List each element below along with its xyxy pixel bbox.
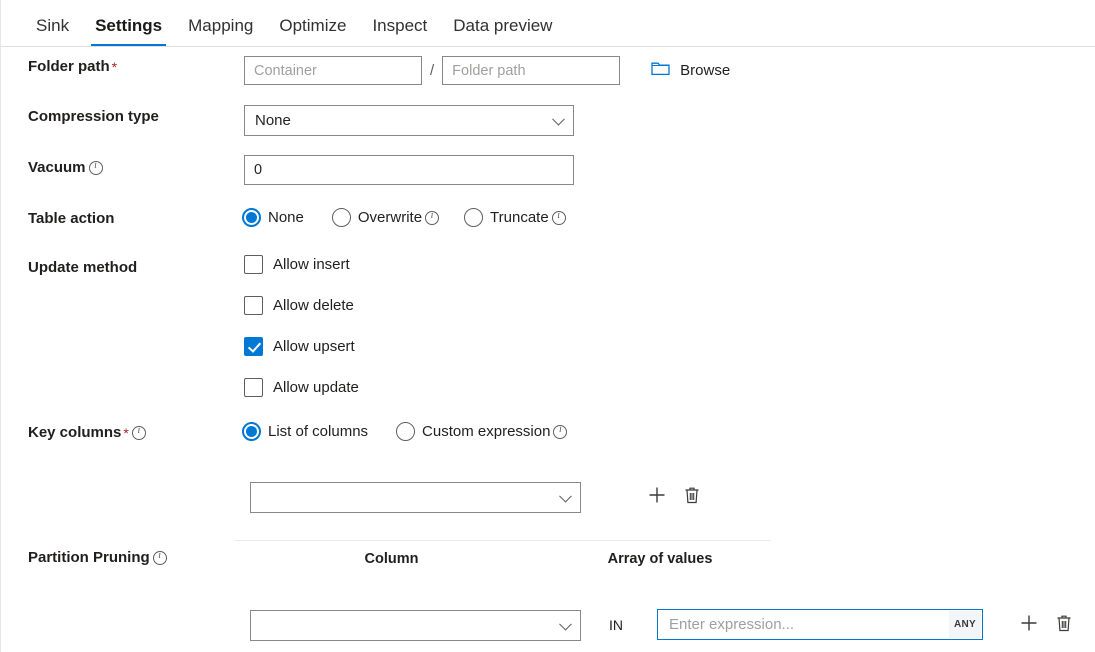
radio-list-of-columns[interactable]: List of columns — [242, 422, 368, 441]
tab-inspect[interactable]: Inspect — [359, 17, 440, 46]
chevron-down-icon — [552, 112, 565, 125]
checkbox-label: Allow upsert — [273, 338, 355, 355]
key-columns-options: List of columns Custom expression — [242, 422, 567, 441]
checkbox-indicator — [244, 255, 263, 274]
plus-icon[interactable] — [1019, 613, 1039, 633]
vacuum-label-group: Vacuum — [28, 159, 103, 176]
trash-icon[interactable] — [683, 485, 701, 505]
checkbox-allow-update[interactable]: Allow update — [244, 378, 359, 397]
radio-label: Overwrite — [358, 209, 422, 226]
table-action-label: Table action — [28, 210, 114, 227]
partition-pruning-label: Partition Pruning — [28, 549, 150, 566]
table-header-row: Column Array of values — [234, 540, 771, 577]
radio-table-action-truncate[interactable]: Truncate — [464, 208, 566, 227]
column-header-column: Column — [234, 551, 549, 567]
folder-path-label-group: Folder path * — [28, 58, 117, 75]
radio-indicator — [464, 208, 483, 227]
any-badge: ANY — [949, 611, 981, 638]
folder-path-fields: / Browse — [244, 56, 730, 85]
info-icon[interactable] — [552, 211, 566, 225]
path-separator: / — [430, 62, 434, 79]
radio-label: None — [268, 209, 304, 226]
browse-button[interactable]: Browse — [651, 60, 730, 81]
key-columns-label-group: Key columns * — [28, 424, 146, 441]
update-method-label-group: Update method — [28, 259, 137, 276]
key-column-dropdown[interactable] — [250, 482, 581, 513]
tab-optimize[interactable]: Optimize — [266, 17, 359, 46]
vacuum-label: Vacuum — [28, 159, 86, 176]
partition-expression-placeholder: Enter expression... — [669, 616, 794, 633]
partition-expression-input[interactable]: Enter expression... ANY — [657, 609, 983, 640]
tab-sink[interactable]: Sink — [23, 17, 82, 46]
compression-type-label: Compression type — [28, 108, 159, 125]
tab-data-preview[interactable]: Data preview — [440, 17, 565, 46]
partition-pruning-table: Column Array of values — [234, 540, 771, 577]
chevron-down-icon — [559, 617, 572, 630]
compression-type-value: None — [255, 112, 291, 129]
partition-row-actions — [1019, 613, 1073, 633]
info-icon[interactable] — [553, 425, 567, 439]
partition-operator-label: IN — [609, 617, 623, 633]
chevron-down-icon — [559, 489, 572, 502]
compression-type-dropdown[interactable]: None — [244, 105, 574, 136]
radio-table-action-overwrite[interactable]: Overwrite — [332, 208, 439, 227]
radio-indicator — [242, 208, 261, 227]
checkbox-indicator — [244, 337, 263, 356]
radio-indicator — [332, 208, 351, 227]
vacuum-input[interactable] — [244, 155, 574, 185]
tab-bar: Sink Settings Mapping Optimize Inspect D… — [1, 0, 1095, 47]
key-columns-actions — [647, 485, 701, 505]
radio-custom-expression[interactable]: Custom expression — [396, 422, 567, 441]
tab-mapping[interactable]: Mapping — [175, 17, 266, 46]
info-icon[interactable] — [425, 211, 439, 225]
checkbox-allow-delete[interactable]: Allow delete — [244, 296, 354, 315]
column-header-array-of-values: Array of values — [549, 551, 771, 567]
radio-label: Custom expression — [422, 423, 550, 440]
info-icon[interactable] — [132, 426, 146, 440]
radio-label: List of columns — [268, 423, 368, 440]
key-columns-required: * — [123, 425, 128, 441]
checkbox-label: Allow delete — [273, 297, 354, 314]
info-icon[interactable] — [89, 161, 103, 175]
table-action-label-group: Table action — [28, 210, 114, 227]
checkbox-indicator — [244, 296, 263, 315]
plus-icon[interactable] — [647, 485, 667, 505]
checkbox-label: Allow update — [273, 379, 359, 396]
checkbox-allow-upsert[interactable]: Allow upsert — [244, 337, 355, 356]
key-columns-label: Key columns — [28, 424, 121, 441]
partition-pruning-label-group: Partition Pruning — [28, 549, 167, 566]
checkbox-allow-insert[interactable]: Allow insert — [244, 255, 350, 274]
checkbox-label: Allow insert — [273, 256, 350, 273]
folder-path-required: * — [112, 59, 117, 75]
update-method-label: Update method — [28, 259, 137, 276]
tab-settings[interactable]: Settings — [82, 17, 175, 46]
radio-indicator — [396, 422, 415, 441]
partition-column-dropdown[interactable] — [250, 610, 581, 641]
radio-indicator — [242, 422, 261, 441]
radio-label: Truncate — [490, 209, 549, 226]
settings-panel: Sink Settings Mapping Optimize Inspect D… — [0, 0, 1095, 652]
table-action-options: None Overwrite Truncate — [242, 208, 566, 227]
info-icon[interactable] — [153, 551, 167, 565]
radio-table-action-none[interactable]: None — [242, 208, 304, 227]
browse-label: Browse — [680, 62, 730, 79]
container-input[interactable] — [244, 56, 422, 85]
checkbox-indicator — [244, 378, 263, 397]
trash-icon[interactable] — [1055, 613, 1073, 633]
folder-path-label: Folder path — [28, 58, 110, 75]
folder-icon — [651, 60, 670, 81]
compression-label-group: Compression type — [28, 108, 159, 125]
folder-path-input[interactable] — [442, 56, 620, 85]
